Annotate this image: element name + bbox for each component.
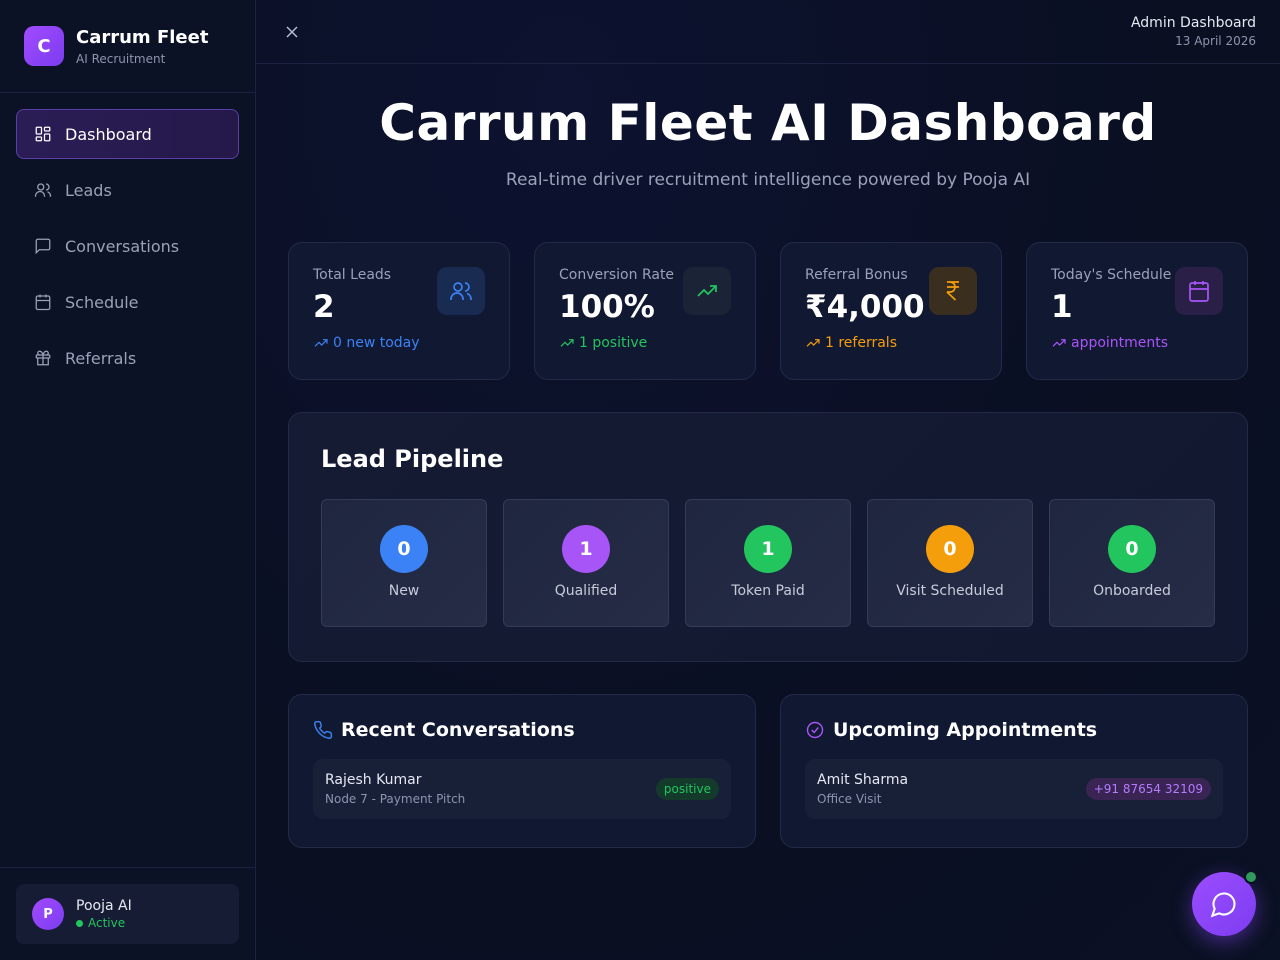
close-button[interactable] xyxy=(280,20,304,44)
stage-label: New xyxy=(388,583,420,599)
user-status-label: Active xyxy=(88,916,126,930)
conversation-name: Rajesh Kumar xyxy=(325,772,422,788)
stat-card-referral-bonus: Referral Bonus ₹4,000 1 referrals xyxy=(780,242,1002,380)
users-icon xyxy=(437,267,485,315)
sidebar-item-label: Referrals xyxy=(65,348,137,368)
rupee-icon xyxy=(929,267,977,315)
topbar: Admin Dashboard 13 April 2026 xyxy=(256,0,1280,64)
stage-count: 0 xyxy=(380,525,428,573)
calendar-icon xyxy=(33,292,53,312)
page-context-title: Admin Dashboard xyxy=(1130,15,1256,31)
chat-bubble-icon xyxy=(1210,892,1236,918)
page-title: Carrum Fleet AI Dashboard xyxy=(379,94,1157,152)
panel-title: Recent Conversations xyxy=(313,719,731,741)
stat-trend: 1 referrals xyxy=(805,335,977,351)
pipeline-stage-onboarded[interactable]: 0 Onboarded xyxy=(1049,499,1215,627)
stat-trend-label: 0 new today xyxy=(333,335,420,351)
stat-trend: appointments xyxy=(1051,335,1223,351)
gift-icon xyxy=(33,348,53,368)
stage-count: 1 xyxy=(562,525,610,573)
stat-trend: 1 positive xyxy=(559,335,731,351)
status-dot-icon xyxy=(76,919,83,927)
page-subtitle: Real-time driver recruitment intelligenc… xyxy=(505,170,1031,190)
sidebar-item-label: Dashboard xyxy=(65,124,152,144)
pipeline-stage-qualified[interactable]: 1 Qualified xyxy=(503,499,669,627)
stage-label: Onboarded xyxy=(1093,583,1171,599)
page-date: 13 April 2026 xyxy=(1175,34,1256,48)
brand: C Carrum Fleet AI Recruitment xyxy=(0,0,255,93)
close-icon xyxy=(286,25,298,38)
sidebar-item-label: Schedule xyxy=(65,292,139,312)
brand-logo: C xyxy=(24,26,64,66)
brand-name: Carrum Fleet xyxy=(76,26,209,48)
sidebar-item-label: Leads xyxy=(65,180,112,200)
users-icon xyxy=(33,180,53,200)
stats-row: Total Leads 2 0 new today Conversion Rat… xyxy=(256,242,1280,380)
online-indicator xyxy=(1244,870,1258,884)
calendar-icon xyxy=(1175,267,1223,315)
stat-card-total-leads: Total Leads 2 0 new today xyxy=(288,242,510,380)
hero: Carrum Fleet AI Dashboard Real-time driv… xyxy=(256,64,1280,190)
sidebar-item-leads[interactable]: Leads xyxy=(16,165,239,215)
sidebar-footer: P Pooja AI Active xyxy=(0,867,255,960)
sidebar-item-conversations[interactable]: Conversations xyxy=(16,221,239,271)
stat-card-conversion-rate: Conversion Rate 100% 1 positive xyxy=(534,242,756,380)
pipeline-stage-visit-scheduled[interactable]: 0 Visit Scheduled xyxy=(867,499,1033,627)
sidebar-nav: Dashboard Leads Conversations Schedule R… xyxy=(0,93,255,383)
panel-title-label: Recent Conversations xyxy=(341,719,575,741)
sidebar: C Carrum Fleet AI Recruitment Dashboard … xyxy=(0,0,256,960)
sidebar-item-referrals[interactable]: Referrals xyxy=(16,333,239,383)
stat-trend-label: 1 positive xyxy=(579,335,648,351)
trending-up-icon xyxy=(806,339,820,347)
stat-trend-label: appointments xyxy=(1071,335,1169,351)
stat-card-todays-schedule: Today's Schedule 1 appointments xyxy=(1026,242,1248,380)
trending-up-icon xyxy=(683,267,731,315)
sidebar-item-label: Conversations xyxy=(65,236,180,256)
conversation-detail: Node 7 - Payment Pitch xyxy=(325,792,466,806)
stage-count: 0 xyxy=(926,525,974,573)
message-icon xyxy=(33,236,53,256)
section-title: Lead Pipeline xyxy=(321,445,504,473)
trending-up-icon xyxy=(1052,339,1066,347)
appointment-item[interactable]: Amit Sharma Office Visit +91 87654 32109 xyxy=(805,759,1223,819)
bottom-panels: Recent Conversations Rajesh Kumar Node 7… xyxy=(288,694,1248,848)
recent-conversations-panel: Recent Conversations Rajesh Kumar Node 7… xyxy=(288,694,756,848)
trending-up-icon xyxy=(314,339,328,347)
stage-count: 1 xyxy=(744,525,792,573)
stage-label: Token Paid xyxy=(731,583,805,599)
chat-button[interactable] xyxy=(1192,870,1258,936)
user-status: Active xyxy=(76,916,132,930)
appointment-detail: Office Visit xyxy=(817,792,882,806)
dashboard-icon xyxy=(33,124,53,144)
stage-label: Qualified xyxy=(554,583,618,599)
sentiment-badge: positive xyxy=(655,778,719,800)
conversation-item[interactable]: Rajesh Kumar Node 7 - Payment Pitch posi… xyxy=(313,759,731,819)
panel-title-label: Upcoming Appointments xyxy=(833,719,1098,741)
trending-up-icon xyxy=(560,339,574,347)
sidebar-item-schedule[interactable]: Schedule xyxy=(16,277,239,327)
avatar: P xyxy=(32,898,64,930)
stage-count: 0 xyxy=(1108,525,1156,573)
brand-subtitle: AI Recruitment xyxy=(76,51,166,66)
sidebar-item-dashboard[interactable]: Dashboard xyxy=(16,109,239,159)
stage-label: Visit Scheduled xyxy=(896,583,1004,599)
pipeline-stage-token-paid[interactable]: 1 Token Paid xyxy=(685,499,851,627)
lead-pipeline: Lead Pipeline 0 New 1 Qualified 1 Token … xyxy=(288,412,1248,662)
upcoming-appointments-panel: Upcoming Appointments Amit Sharma Office… xyxy=(780,694,1248,848)
check-circle-icon xyxy=(806,721,824,739)
appointment-name: Amit Sharma xyxy=(817,772,909,788)
user-card[interactable]: P Pooja AI Active xyxy=(16,884,239,944)
panel-title: Upcoming Appointments xyxy=(805,719,1223,741)
user-name: Pooja AI xyxy=(76,898,132,914)
main-content: Admin Dashboard 13 April 2026 Carrum Fle… xyxy=(256,0,1280,960)
stat-trend: 0 new today xyxy=(313,335,485,351)
phone-badge[interactable]: +91 87654 32109 xyxy=(1085,778,1211,800)
stat-trend-label: 1 referrals xyxy=(825,335,897,351)
phone-icon xyxy=(314,720,333,739)
pipeline-stage-new[interactable]: 0 New xyxy=(321,499,487,627)
